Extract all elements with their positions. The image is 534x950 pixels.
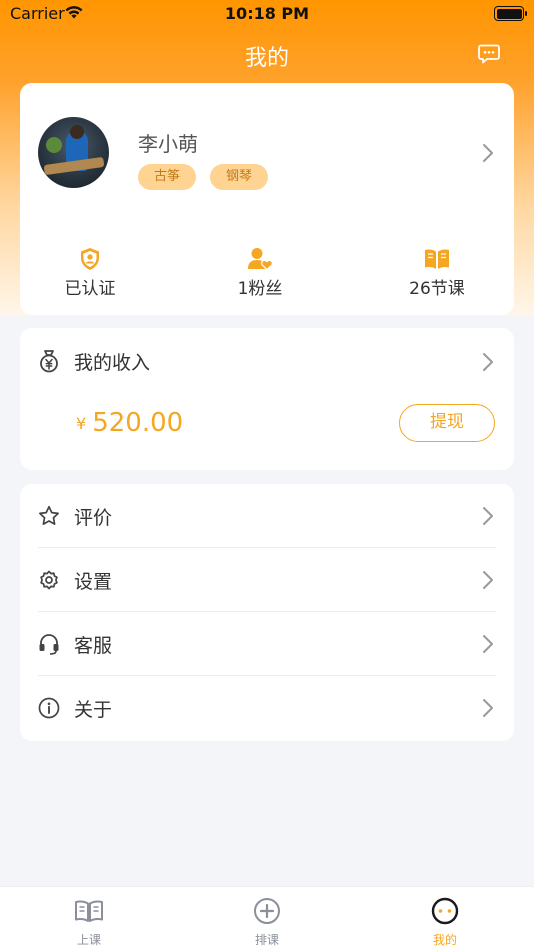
user-heart-icon: [248, 248, 273, 271]
tab-label: 我的: [432, 933, 457, 947]
settings-menu: 评价 设置 客服 关于: [20, 484, 514, 741]
chevron-right-icon: [483, 635, 493, 653]
plus-circle-icon: [254, 898, 280, 924]
menu-label: 设置: [74, 571, 113, 593]
page-title: 我的: [244, 46, 289, 71]
menu-item-support[interactable]: 客服: [20, 612, 514, 676]
chevron-right-icon: [483, 571, 493, 589]
chevron-right-icon: [483, 507, 493, 525]
income-amount: ¥520.00: [76, 408, 183, 438]
chevron-right-icon[interactable]: [482, 143, 494, 163]
battery-icon: [494, 6, 527, 21]
headset-icon: [39, 634, 59, 655]
info-icon: [38, 697, 60, 719]
withdraw-button[interactable]: 提现: [399, 404, 495, 442]
book-open-icon: [425, 249, 449, 269]
stat-verified-label: 已认证: [64, 279, 116, 299]
user-name: 李小萌: [138, 132, 198, 156]
stat-fans[interactable]: 1粉丝: [185, 247, 335, 299]
status-bar: Carrier 10:18 PM: [0, 0, 534, 28]
clock: 10:18 PM: [224, 4, 310, 23]
tag-guzheng: 古筝: [138, 164, 197, 190]
menu-item-about[interactable]: 关于: [20, 676, 514, 740]
gear-icon: [40, 570, 58, 590]
menu-label: 评价: [74, 507, 113, 529]
menu-item-reviews[interactable]: 评价: [20, 484, 514, 548]
profile-card[interactable]: 李小萌 古筝 钢琴 已认证 1粉丝 26节课: [20, 83, 514, 315]
tab-mine[interactable]: 我的: [395, 897, 495, 948]
tab-classes[interactable]: 上课: [39, 897, 139, 948]
menu-label: 客服: [74, 635, 113, 657]
stat-lessons-label: 26节课: [409, 279, 465, 299]
avatar[interactable]: [38, 117, 109, 188]
star-icon: [39, 505, 59, 525]
tab-schedule[interactable]: 排课: [217, 897, 317, 948]
tag-piano: 钢琴: [210, 164, 269, 190]
stat-verified[interactable]: 已认证: [15, 247, 165, 299]
tab-label: 上课: [76, 933, 101, 947]
income-card: 我的收入 ¥520.00 提现: [20, 328, 514, 470]
chevron-right-icon: [483, 699, 493, 717]
book-icon: [75, 900, 103, 922]
money-bag-icon: [40, 350, 58, 373]
currency-symbol: ¥: [76, 414, 87, 433]
menu-item-settings[interactable]: 设置: [20, 548, 514, 612]
shield-user-icon: [81, 248, 99, 270]
stat-fans-label: 1粉丝: [237, 279, 283, 299]
income-title[interactable]: 我的收入: [74, 348, 150, 375]
chevron-right-icon[interactable]: [482, 352, 494, 372]
tab-bar: 上课 排课 我的: [0, 886, 534, 950]
amount-value: 520.00: [92, 408, 184, 438]
face-icon: [431, 897, 459, 925]
stat-lessons[interactable]: 26节课: [362, 247, 512, 299]
menu-label: 关于: [74, 699, 113, 721]
message-icon[interactable]: [478, 44, 500, 64]
tab-label: 排课: [254, 933, 279, 947]
